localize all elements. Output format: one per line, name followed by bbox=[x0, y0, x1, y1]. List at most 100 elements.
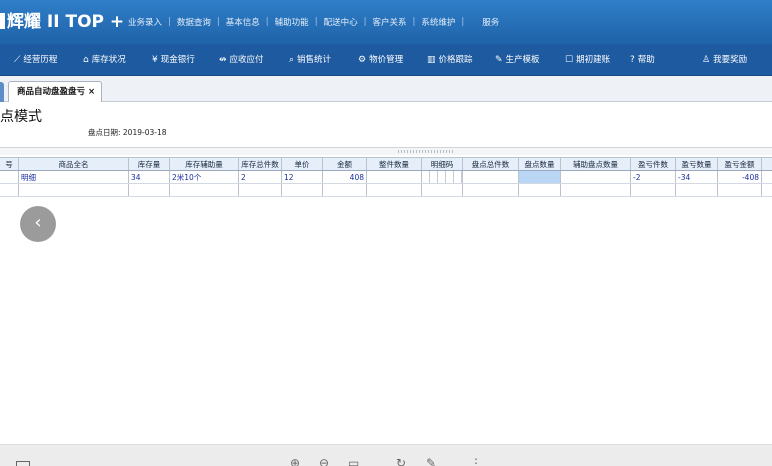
cell-diff-amount[interactable]: -408 bbox=[718, 171, 762, 183]
tab-previous[interactable] bbox=[0, 82, 4, 102]
col-header-amount[interactable]: 金额 bbox=[323, 158, 367, 170]
empty-cell bbox=[323, 184, 367, 196]
empty-cell bbox=[19, 184, 129, 196]
empty-cell bbox=[282, 184, 323, 196]
cell-whole-qty[interactable] bbox=[367, 171, 422, 183]
toolbar-item-history[interactable]: ⟋ 经营历程 bbox=[14, 44, 57, 76]
col-header-diff-amount[interactable]: 盈亏金额 bbox=[718, 158, 762, 170]
empty-cell bbox=[367, 184, 422, 196]
cell-diff-qty[interactable]: -34 bbox=[676, 171, 718, 183]
empty-cell bbox=[0, 184, 19, 196]
cell-stock-aux[interactable]: 2米10个 bbox=[170, 171, 239, 183]
top-menu-item-query[interactable]: 数据查询 bbox=[177, 16, 211, 28]
search-icon: ⌕ bbox=[289, 55, 295, 65]
table-header-row: 号 商品全名 库存量 库存辅助量 库存总件数 单价 金额 整件数量 明细码 盘点… bbox=[0, 157, 772, 171]
col-header-price[interactable]: 单价 bbox=[282, 158, 323, 170]
col-header-diff-pieces[interactable]: 盈亏件数 bbox=[631, 158, 676, 170]
home-icon: ⌂ bbox=[83, 55, 89, 65]
yen-icon: ¥ bbox=[152, 55, 158, 65]
panel-divider[interactable] bbox=[0, 147, 772, 155]
cell-no[interactable] bbox=[0, 171, 19, 183]
cell-stock-pieces[interactable]: 2 bbox=[239, 171, 282, 183]
cell-check-pieces[interactable] bbox=[463, 171, 519, 183]
col-header-check-pieces[interactable]: 盘点总件数 bbox=[463, 158, 519, 170]
edit-icon: ☐ bbox=[565, 55, 574, 65]
chevron-left-icon: ‹ bbox=[34, 212, 42, 233]
top-menu-item-aux[interactable]: 辅助功能 bbox=[275, 16, 309, 28]
gear-icon: ⚙ bbox=[358, 55, 367, 65]
toolbar-item-cash[interactable]: ¥ 现金银行 bbox=[152, 44, 195, 76]
col-header-detail-code[interactable]: 明细码 bbox=[422, 158, 463, 170]
top-menu-item-service[interactable]: 服务 bbox=[482, 16, 499, 28]
top-menu-item-distribution[interactable]: 配送中心 bbox=[324, 16, 358, 28]
tab-stock-check[interactable]: 商品自动盘盈盘亏 × bbox=[8, 81, 103, 102]
cell-check-qty[interactable] bbox=[519, 171, 561, 183]
cell-aux-check-qty[interactable] bbox=[561, 171, 631, 183]
empty-cell bbox=[463, 184, 519, 196]
app-window: 辉耀 II TOP + 业务录入 | 数据查询 | 基本信息 | 辅助功能 | 配送中心… bbox=[0, 0, 772, 466]
table-row[interactable]: 明细 34 2米10个 2 12 408 -2 -34 -408 bbox=[0, 171, 772, 184]
toolbar-item-production[interactable]: ✎ 生产模板 bbox=[495, 44, 540, 76]
stock-check-date: 盘点日期: 2019-03-18 bbox=[88, 128, 167, 137]
col-header-check-qty[interactable]: 盘点数量 bbox=[519, 158, 561, 170]
col-header-stock-pieces[interactable]: 库存总件数 bbox=[239, 158, 282, 170]
empty-cell bbox=[561, 184, 631, 196]
empty-cell bbox=[239, 184, 282, 196]
back-button[interactable]: ‹ bbox=[20, 206, 56, 242]
col-header-whole-qty[interactable]: 整件数量 bbox=[367, 158, 422, 170]
cell-amount[interactable]: 408 bbox=[323, 171, 367, 183]
cell-detail-code[interactable] bbox=[422, 171, 463, 183]
toolbar-item-reward[interactable]: ♙ 我要奖励 bbox=[702, 44, 747, 76]
col-header-stock[interactable]: 库存量 bbox=[129, 158, 170, 170]
empty-cell bbox=[422, 184, 463, 196]
col-header-aux-check-qty[interactable]: 辅助盘点数量 bbox=[561, 158, 631, 170]
empty-cell bbox=[631, 184, 676, 196]
rotate-icon[interactable]: ↻ bbox=[396, 457, 408, 466]
top-menu-item-crm[interactable]: 客户关系 bbox=[372, 16, 406, 28]
cell-diff-pieces[interactable]: -2 bbox=[631, 171, 676, 183]
more-icon[interactable]: ⋮ bbox=[470, 457, 482, 466]
cell-price[interactable]: 12 bbox=[282, 171, 323, 183]
main-toolbar: ⟋ 经营历程 ⌂ 库存状况 ¥ 现金银行 ↮ 应收应付 ⌕ 销售统计 ⚙ 物价管理 ▥ 价格跟… bbox=[0, 44, 772, 76]
splitter-grip[interactable] bbox=[398, 150, 454, 153]
toolbar-item-price-track[interactable]: ▥ 价格跟踪 bbox=[427, 44, 473, 76]
col-header-stock-aux[interactable]: 库存辅助量 bbox=[170, 158, 239, 170]
col-header-diff-qty[interactable]: 盈亏数量 bbox=[676, 158, 718, 170]
page-title: 点模式 bbox=[0, 109, 42, 125]
zoom-in-icon[interactable]: ⊕ bbox=[290, 457, 302, 466]
toolbar-item-stock[interactable]: ⌂ 库存状况 bbox=[83, 44, 126, 76]
toolbar-item-price-mgmt[interactable]: ⚙ 物价管理 bbox=[358, 44, 403, 76]
empty-cell bbox=[170, 184, 239, 196]
top-menu-item-system[interactable]: 系统维护 bbox=[421, 16, 455, 28]
chart-bar-icon: ▥ bbox=[427, 55, 436, 65]
toolbar-item-opening[interactable]: ☐ 期初建账 bbox=[565, 44, 610, 76]
empty-cell bbox=[519, 184, 561, 196]
close-icon[interactable]: × bbox=[88, 87, 95, 97]
toolbar-item-help[interactable]: ? 帮助 bbox=[630, 44, 655, 76]
toolbar-item-sales-stats[interactable]: ⌕ 销售统计 bbox=[289, 44, 331, 76]
fit-icon[interactable]: ▭ bbox=[348, 457, 360, 466]
empty-cell bbox=[129, 184, 170, 196]
toolbar-item-receivable[interactable]: ↮ 应收应付 bbox=[219, 44, 264, 76]
tab-strip: 商品自动盘盈盘亏 × bbox=[0, 76, 772, 102]
app-logo: 辉耀 II TOP + bbox=[0, 10, 124, 34]
pen-icon[interactable]: ✎ bbox=[426, 457, 438, 466]
col-header-no[interactable]: 号 bbox=[0, 158, 19, 170]
wrench-icon: ✎ bbox=[495, 55, 503, 65]
help-icon: ? bbox=[630, 55, 635, 65]
top-menu-item-entry[interactable]: 业务录入 bbox=[128, 16, 162, 28]
top-menu: 业务录入 | 数据查询 | 基本信息 | 辅助功能 | 配送中心 | 客户关系 | 系统维护… bbox=[128, 16, 500, 28]
cell-stock[interactable]: 34 bbox=[129, 171, 170, 183]
cell-name[interactable]: 明细 bbox=[19, 171, 129, 183]
stock-check-table: 号 商品全名 库存量 库存辅助量 库存总件数 单价 金额 整件数量 明细码 盘点… bbox=[0, 157, 772, 197]
empty-cell bbox=[676, 184, 718, 196]
chart-line-icon: ⟋ bbox=[14, 55, 21, 65]
table-row-empty[interactable] bbox=[0, 184, 772, 197]
zoom-out-icon[interactable]: ⊖ bbox=[319, 457, 331, 466]
empty-cell bbox=[718, 184, 762, 196]
col-header-name[interactable]: 商品全名 bbox=[19, 158, 129, 170]
bottom-bar: ⊕ ⊖ ▭ ↻ ✎ ⋮ bbox=[0, 444, 772, 466]
top-menu-item-basic[interactable]: 基本信息 bbox=[226, 16, 260, 28]
transfer-icon: ↮ bbox=[219, 55, 227, 65]
window-icon[interactable] bbox=[16, 461, 30, 466]
